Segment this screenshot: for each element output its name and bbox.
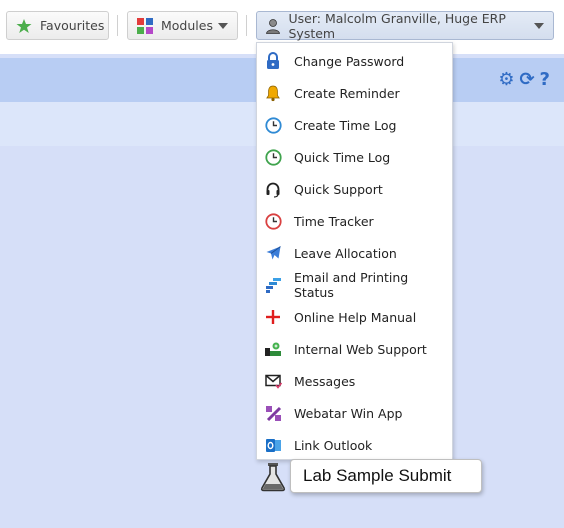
star-icon — [15, 17, 33, 35]
menu-item-link-outlook[interactable]: Link Outlook — [257, 429, 452, 461]
user-label: User: Malcolm Granville, Huge ERP System — [288, 10, 506, 41]
menu-item-label: Webatar Win App — [294, 405, 403, 421]
modules-button[interactable]: Modules — [127, 11, 238, 40]
menu-item-label: Leave Allocation — [294, 245, 397, 261]
user-icon — [265, 17, 281, 35]
menu-item-internal-web-support[interactable]: Internal Web Support — [257, 333, 452, 365]
airplane-icon — [264, 244, 282, 262]
menu-item-label: Internal Web Support — [294, 341, 427, 357]
menu-item-label: Messages — [294, 373, 356, 389]
chevron-down-icon — [534, 22, 544, 29]
menu-item-label: Quick Support — [294, 181, 383, 197]
chevron-down-icon — [218, 22, 228, 29]
menu-item-quick-time-log[interactable]: Quick Time Log — [257, 141, 452, 173]
bell-icon — [264, 84, 282, 102]
headset-icon — [264, 180, 282, 198]
tooltip-text: Lab Sample Submit — [303, 466, 452, 485]
menu-item-label: Quick Time Log — [294, 149, 391, 165]
menu-item-messages[interactable]: Messages — [257, 365, 452, 397]
menu-item-online-help-manual[interactable]: Online Help Manual — [257, 301, 452, 333]
lock-icon — [264, 52, 282, 70]
help-icon[interactable]: ? — [540, 70, 550, 90]
modules-grid-icon — [136, 17, 154, 35]
toolbar-divider — [117, 15, 118, 36]
refresh-icon[interactable]: ⟳ — [519, 70, 534, 90]
clock-icon — [264, 116, 282, 134]
menu-item-label: Change Password — [294, 53, 405, 69]
menu-item-label: Create Time Log — [294, 117, 397, 133]
app-icon — [264, 404, 282, 422]
status-icon — [264, 276, 282, 294]
menu-item-email-printing-status[interactable]: Email and Printing Status — [257, 269, 452, 301]
outlook-icon — [264, 436, 282, 454]
user-dropdown-menu: Change Password Create Reminder Create T… — [256, 42, 453, 460]
toolbar-divider — [246, 15, 247, 36]
web-support-icon — [264, 340, 282, 358]
user-menu-button[interactable]: User: Malcolm Granville, Huge ERP System — [256, 10, 554, 41]
lab-flask-icon[interactable] — [259, 462, 287, 492]
modules-label: Modules — [161, 18, 213, 33]
menu-item-time-tracker[interactable]: Time Tracker — [257, 205, 452, 237]
menu-item-label: Email and Printing Status — [294, 270, 409, 300]
menu-item-webatar-win-app[interactable]: Webatar Win App — [257, 397, 452, 429]
envelope-icon — [264, 372, 282, 390]
favourites-button[interactable]: Favourites — [6, 11, 109, 40]
menu-item-create-reminder[interactable]: Create Reminder — [257, 77, 452, 109]
header-actions: ⚙ ⟳ ? — [498, 70, 550, 90]
menu-item-create-time-log[interactable]: Create Time Log — [257, 109, 452, 141]
menu-item-label: Time Tracker — [294, 213, 374, 229]
menu-item-label: Online Help Manual — [294, 309, 417, 325]
menu-item-leave-allocation[interactable]: Leave Allocation — [257, 237, 452, 269]
menu-item-label: Link Outlook — [294, 437, 373, 453]
favourites-label: Favourites — [40, 18, 105, 33]
menu-item-change-password[interactable]: Change Password — [257, 45, 452, 77]
clock-icon — [264, 148, 282, 166]
menu-item-quick-support[interactable]: Quick Support — [257, 173, 452, 205]
plus-icon — [264, 308, 282, 326]
gear-icon[interactable]: ⚙ — [498, 70, 514, 90]
clock-icon — [264, 212, 282, 230]
lab-sample-submit-tooltip: Lab Sample Submit — [290, 459, 482, 493]
menu-item-label: Create Reminder — [294, 85, 400, 101]
